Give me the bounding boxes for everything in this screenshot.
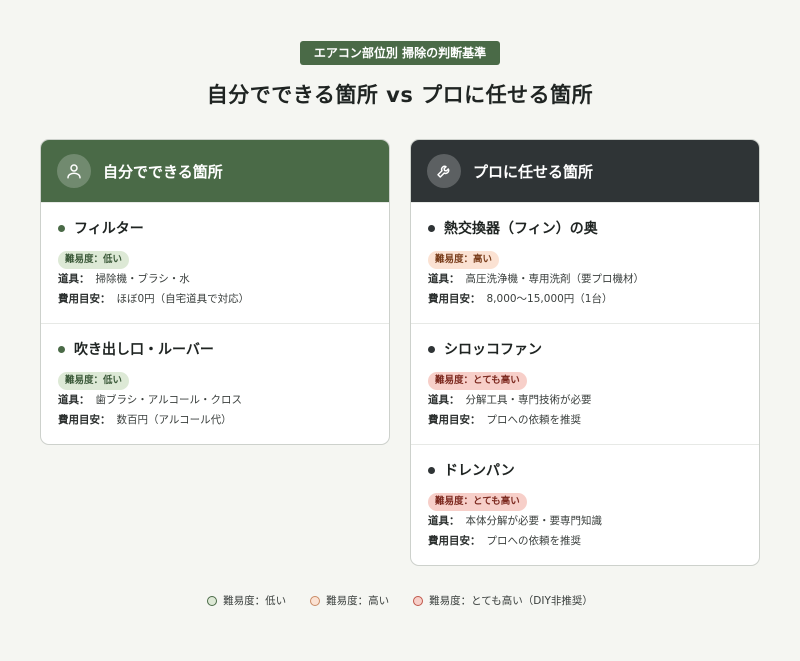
pro-item-heat-exchanger: 熱交換器（フィン）の奥 難易度：高い 道具： 高圧洗浄機・専用洗剤（要プロ機材） … <box>411 202 759 323</box>
cost-row: 費用目安： プロへの依頼を推奨 <box>428 410 743 430</box>
cost-value: ほぼ0円（自宅道具で対応） <box>116 293 250 305</box>
diy-item-louver: 吹き出し口・ルーバー 難易度：低い 道具： 歯ブラシ・アルコール・クロス 費用目安… <box>41 323 389 444</box>
bullet-dot <box>428 345 435 353</box>
bullet-dot <box>58 345 65 353</box>
item-name: 吹き出し口・ルーバー <box>74 342 214 358</box>
legend-label: 難易度：とても高い（DIY非推奨） <box>429 595 593 607</box>
difficulty-badge: 難易度：低い <box>58 251 130 269</box>
bullet-dot <box>428 224 435 232</box>
pro-panel-header: プロに任せる箇所 <box>411 140 759 202</box>
tools-label: 道具： <box>428 515 460 527</box>
legend-label: 難易度：低い <box>223 595 287 607</box>
item-title: シロッコファン <box>428 340 743 358</box>
cost-row: 費用目安： ほぼ0円（自宅道具で対応） <box>58 289 373 309</box>
bullet-dot <box>428 466 435 474</box>
tools-value: 本体分解が必要・要専門知識 <box>465 515 603 527</box>
cost-row: 費用目安： 数百円（アルコール代） <box>58 410 373 430</box>
legend-dot <box>207 595 218 606</box>
difficulty-legend: 難易度：低い 難易度：高い 難易度：とても高い（DIY非推奨） <box>0 593 800 608</box>
tools-label: 道具： <box>58 394 90 406</box>
diy-panel-title: 自分でできる箇所 <box>103 162 223 181</box>
difficulty-badge: 難易度：とても高い <box>428 372 527 390</box>
cost-value: 8,000〜15,000円（1台） <box>486 293 613 305</box>
item-title: 吹き出し口・ルーバー <box>58 340 373 358</box>
tools-row: 道具： 掃除機・ブラシ・水 <box>58 269 373 289</box>
legend-item-high: 難易度：高い <box>310 593 389 608</box>
cost-label: 費用目安： <box>428 293 481 305</box>
legend-dot <box>413 595 424 606</box>
tools-label: 道具： <box>428 394 460 406</box>
pro-panel-title: プロに任せる箇所 <box>473 162 594 181</box>
diy-panel: 自分でできる箇所 フィルター 難易度：低い 道具： 掃除機・ブラシ・水 費用目安：… <box>40 139 390 445</box>
tools-row: 道具： 歯ブラシ・アルコール・クロス <box>58 390 373 410</box>
legend-item-low: 難易度：低い <box>207 593 286 608</box>
category-tag: エアコン部位別 掃除の判断基準 <box>299 41 501 65</box>
pro-panel: プロに任せる箇所 熱交換器（フィン）の奥 難易度：高い 道具： 高圧洗浄機・専用洗… <box>410 139 760 566</box>
cost-row: 費用目安： 8,000〜15,000円（1台） <box>428 289 743 309</box>
cost-row: 費用目安： プロへの依頼を推奨 <box>428 531 743 551</box>
tools-label: 道具： <box>58 273 90 285</box>
tools-value: 掃除機・ブラシ・水 <box>95 273 190 285</box>
cost-value: プロへの依頼を推奨 <box>486 414 582 426</box>
item-name: ドレンパン <box>444 463 515 479</box>
difficulty-badge: 難易度：とても高い <box>428 493 527 511</box>
cost-label: 費用目安： <box>58 414 111 426</box>
cost-value: プロへの依頼を推奨 <box>486 535 582 547</box>
tools-row: 道具： 高圧洗浄機・専用洗剤（要プロ機材） <box>428 269 743 289</box>
bullet-dot <box>58 224 65 232</box>
tools-value: 歯ブラシ・アルコール・クロス <box>95 394 242 406</box>
difficulty-badge: 難易度：高い <box>428 251 500 269</box>
item-title: ドレンパン <box>428 461 743 479</box>
legend-dot <box>310 595 321 606</box>
diy-item-filter: フィルター 難易度：低い 道具： 掃除機・ブラシ・水 費用目安： ほぼ0円（自宅道具… <box>41 202 389 323</box>
header: エアコン部位別 掃除の判断基準 自分でできる箇所 vs プロに任せる箇所 <box>0 0 800 109</box>
pro-item-sirocco-fan: シロッコファン 難易度：とても高い 道具： 分解工具・専門技術が必要 費用目安： プ… <box>411 323 759 444</box>
item-title: 熱交換器（フィン）の奥 <box>428 219 743 237</box>
legend-item-very-high: 難易度：とても高い（DIY非推奨） <box>413 593 593 608</box>
cost-value: 数百円（アルコール代） <box>116 414 232 426</box>
cost-label: 費用目安： <box>428 535 481 547</box>
tools-row: 道具： 本体分解が必要・要専門知識 <box>428 511 743 531</box>
comparison-columns: 自分でできる箇所 フィルター 難易度：低い 道具： 掃除機・ブラシ・水 費用目安：… <box>40 139 760 566</box>
person-icon <box>57 154 91 188</box>
page-title: 自分でできる箇所 vs プロに任せる箇所 <box>206 83 594 107</box>
difficulty-badge: 難易度：低い <box>58 372 130 390</box>
item-name: シロッコファン <box>444 342 542 358</box>
tools-value: 高圧洗浄機・専用洗剤（要プロ機材） <box>465 273 645 285</box>
wrench-icon <box>427 154 461 188</box>
legend-label: 難易度：高い <box>326 595 390 607</box>
tools-row: 道具： 分解工具・専門技術が必要 <box>428 390 743 410</box>
item-title: フィルター <box>58 219 373 237</box>
tools-label: 道具： <box>428 273 460 285</box>
cost-label: 費用目安： <box>428 414 481 426</box>
item-name: フィルター <box>74 221 144 237</box>
cost-label: 費用目安： <box>58 293 111 305</box>
item-name: 熱交換器（フィン）の奥 <box>444 221 598 237</box>
tools-value: 分解工具・専門技術が必要 <box>465 394 592 406</box>
pro-item-drain-pan: ドレンパン 難易度：とても高い 道具： 本体分解が必要・要専門知識 費用目安： プロ… <box>411 444 759 565</box>
diy-panel-header: 自分でできる箇所 <box>41 140 389 202</box>
